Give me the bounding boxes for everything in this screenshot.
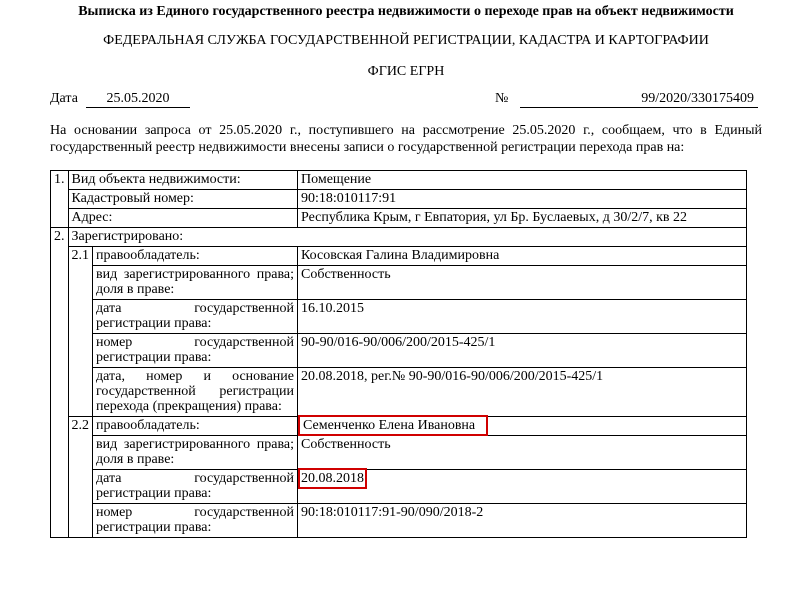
table-row: 2. Зарегистрировано: bbox=[50, 227, 747, 538]
field-label: дата государственной регистрации права: bbox=[92, 469, 298, 504]
field-label: вид зарегистрированного права; доля в пр… bbox=[92, 435, 298, 470]
highlighted-owner-name: Семенченко Елена Ивановна bbox=[297, 415, 489, 436]
table-row: 1. Вид объекта недвижимости: Помещение bbox=[50, 170, 747, 228]
field-value: 90:18:010117:91 bbox=[297, 189, 747, 209]
field-value: 20.08.2018 bbox=[297, 468, 747, 504]
field-value: Семенченко Елена Ивановна bbox=[297, 415, 747, 436]
field-label: Адрес: bbox=[67, 208, 298, 228]
field-value: 16.10.2015 bbox=[297, 299, 747, 334]
registry-table: 1. Вид объекта недвижимости: Помещение К… bbox=[50, 170, 747, 538]
table-row: Адрес: Республика Крым, г Евпатория, ул … bbox=[51, 208, 747, 228]
table-row: дата государственной регистрации права: … bbox=[51, 468, 747, 504]
subsection-number: 2.1 bbox=[67, 246, 93, 417]
section-number: 1. bbox=[50, 170, 69, 228]
field-value: Собственность bbox=[297, 265, 747, 300]
field-label: Кадастровый номер: bbox=[67, 189, 298, 209]
number-value: 99/2020/330175409 bbox=[520, 91, 758, 108]
field-value: Помещение bbox=[297, 170, 747, 190]
field-label: номер государственной регистрации права: bbox=[92, 503, 298, 538]
section-label: Зарегистрировано: bbox=[67, 227, 747, 247]
table-row: Кадастровый номер: 90:18:010117:91 bbox=[51, 189, 747, 209]
field-value: 90:18:010117:91-90/090/2018-2 bbox=[297, 503, 747, 538]
field-label: правообладатель: bbox=[92, 246, 298, 266]
table-row: 2.2 правообладатель: Семенченко Елена Ив… bbox=[51, 415, 747, 538]
field-value: Республика Крым, г Евпатория, ул Бр. Бус… bbox=[297, 208, 747, 228]
field-value: 90-90/016-90/006/200/2015-425/1 bbox=[297, 333, 747, 368]
field-label: Вид объекта недвижимости: bbox=[67, 170, 298, 190]
field-value: Косовская Галина Владимировна bbox=[297, 246, 747, 266]
number-label: № bbox=[495, 91, 509, 106]
date-label: Дата bbox=[50, 91, 78, 106]
intro-paragraph: На основании запроса от 25.05.2020 г., п… bbox=[50, 123, 762, 155]
table-row: номер государственной регистрации права:… bbox=[51, 333, 747, 368]
field-value: Собственность bbox=[297, 435, 747, 470]
field-label: номер государственной регистрации права: bbox=[92, 333, 298, 368]
document-title: Выписка из Единого государственного реес… bbox=[78, 4, 734, 19]
table-row: номер государственной регистрации права:… bbox=[51, 503, 747, 538]
table-row: 2.1 правообладатель: Косовская Галина Вл… bbox=[51, 246, 747, 417]
subsection-number: 2.2 bbox=[67, 416, 93, 538]
field-label: вид зарегистрированного права; доля в пр… bbox=[92, 265, 298, 300]
field-label: дата государственной регистрации права: bbox=[92, 299, 298, 334]
field-label: правообладатель: bbox=[92, 416, 298, 436]
field-value: 20.08.2018, рег.№ 90-90/016-90/006/200/2… bbox=[297, 367, 747, 417]
agency-name: ФЕДЕРАЛЬНАЯ СЛУЖБА ГОСУДАРСТВЕННОЙ РЕГИС… bbox=[103, 33, 709, 48]
field-label: дата, номер и основание государственной … bbox=[92, 367, 298, 417]
table-row: вид зарегистрированного права; доля в пр… bbox=[51, 265, 747, 300]
date-value: 25.05.2020 bbox=[86, 91, 190, 108]
table-row: дата, номер и основание государственной … bbox=[51, 367, 747, 417]
system-name: ФГИС ЕГРН bbox=[367, 64, 445, 79]
highlighted-registration-date: 20.08.2018 bbox=[298, 468, 367, 489]
table-row: дата государственной регистрации права: … bbox=[51, 299, 747, 334]
table-row: вид зарегистрированного права; доля в пр… bbox=[51, 435, 747, 470]
section-number: 2. bbox=[50, 227, 69, 538]
